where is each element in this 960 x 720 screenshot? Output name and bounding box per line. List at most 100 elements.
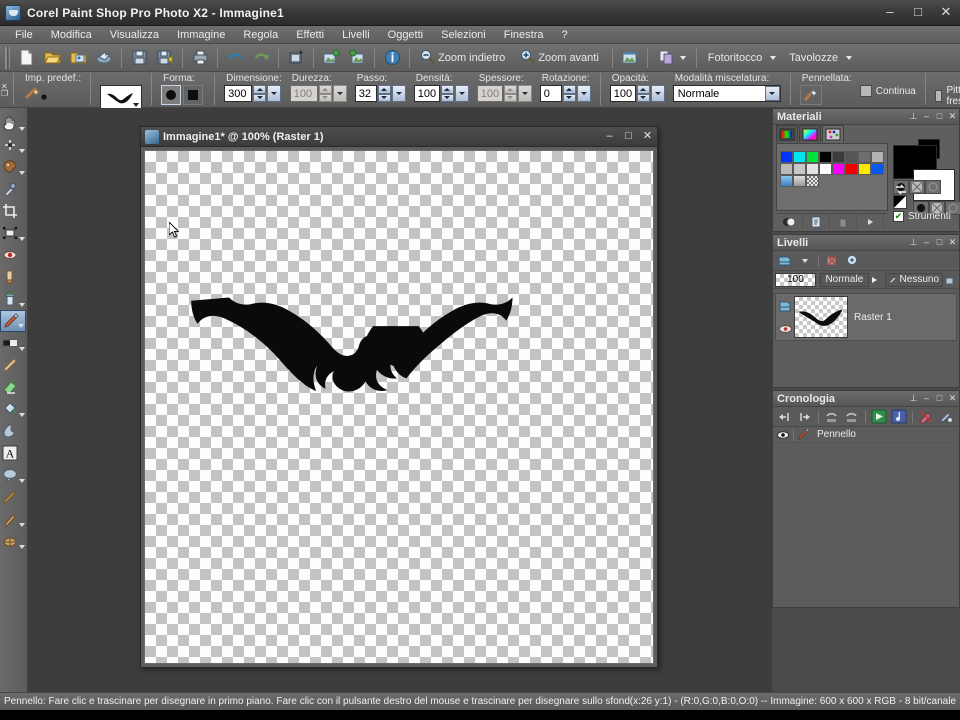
minimize-icon[interactable]: – xyxy=(920,236,933,250)
history-row[interactable]: Pennello xyxy=(773,427,959,443)
palettes-menu[interactable]: Tavolozze xyxy=(782,49,858,67)
density-spinner[interactable] xyxy=(440,85,454,102)
pan-tool[interactable] xyxy=(0,112,26,134)
swatch-list[interactable] xyxy=(776,143,888,211)
redo-selected-icon[interactable] xyxy=(842,408,861,426)
swatch[interactable] xyxy=(780,163,793,175)
layer-link-set[interactable]: Nessuno xyxy=(885,272,943,287)
history-options-icon[interactable] xyxy=(936,408,955,426)
maximize-icon[interactable]: □ xyxy=(933,392,946,406)
text-tool[interactable]: A xyxy=(0,442,26,464)
visibility-eye-icon[interactable] xyxy=(778,323,793,335)
edit-swatch-icon[interactable] xyxy=(803,214,830,229)
close-icon[interactable]: ✕ xyxy=(946,236,959,250)
smudge-tool[interactable] xyxy=(0,420,26,442)
move-tool[interactable] xyxy=(0,222,26,244)
add-swatch-icon[interactable] xyxy=(776,214,803,229)
density-input[interactable]: 100 xyxy=(413,85,440,102)
rotation-spinner[interactable] xyxy=(562,85,576,102)
minimize-button[interactable]: – xyxy=(876,2,904,24)
chevron-down-icon[interactable] xyxy=(846,55,853,60)
redeye-tool[interactable] xyxy=(0,244,26,266)
frame-tab[interactable] xyxy=(776,125,798,142)
save-as-icon[interactable] xyxy=(153,46,177,70)
swatch[interactable] xyxy=(780,151,793,163)
minimize-icon[interactable]: – xyxy=(920,392,933,406)
info-icon[interactable] xyxy=(380,46,404,70)
print-icon[interactable] xyxy=(188,46,212,70)
swatch[interactable] xyxy=(871,151,884,163)
swatch[interactable] xyxy=(832,151,845,163)
swatch[interactable] xyxy=(806,175,819,187)
menu-finestra[interactable]: Finestra xyxy=(495,27,553,43)
dropper-tool[interactable] xyxy=(0,178,26,200)
hardness-slider-button[interactable] xyxy=(332,85,347,102)
retouch-tool[interactable] xyxy=(0,354,26,376)
menu-effetti[interactable]: Effetti xyxy=(287,27,333,43)
save-icon[interactable] xyxy=(127,46,151,70)
undo-icon[interactable] xyxy=(223,46,247,70)
undo-selected-icon[interactable] xyxy=(822,408,841,426)
delete-layer-icon[interactable] xyxy=(822,252,841,270)
reset-colors-icon[interactable] xyxy=(893,195,907,209)
checkbox-icon[interactable] xyxy=(859,85,872,97)
minimize-icon[interactable]: – xyxy=(920,110,933,124)
import-icon[interactable] xyxy=(319,46,343,70)
fg-pattern-style-icon[interactable] xyxy=(909,180,925,194)
screenshot-icon[interactable] xyxy=(284,46,308,70)
redo-step-icon[interactable] xyxy=(795,408,814,426)
preset-brush-icon[interactable] xyxy=(23,85,53,103)
close-icon[interactable]: ✕ xyxy=(946,110,959,124)
rainbow-tab[interactable] xyxy=(799,125,821,142)
swatch[interactable] xyxy=(858,151,871,163)
browse-icon[interactable] xyxy=(66,46,90,70)
delete-action-icon[interactable] xyxy=(916,408,935,426)
paintbrush-tool[interactable] xyxy=(0,310,26,332)
shape-tool[interactable] xyxy=(0,464,26,486)
hardness-input[interactable]: 100 xyxy=(289,85,318,102)
toolbar-grip[interactable] xyxy=(5,46,10,69)
pin-icon[interactable]: ⊥ xyxy=(907,110,920,124)
size-spinner[interactable] xyxy=(253,85,267,102)
palette-tool[interactable] xyxy=(0,156,26,178)
swatch[interactable] xyxy=(845,151,858,163)
menu-visualizza[interactable]: Visualizza xyxy=(101,27,168,43)
swatch[interactable] xyxy=(793,163,806,175)
chevron-right-icon[interactable] xyxy=(869,271,880,289)
crop-tool[interactable] xyxy=(0,200,26,222)
materials-titlebar[interactable]: Materiali ⊥ – □ ✕ xyxy=(773,109,959,125)
menu-selezioni[interactable]: Selezioni xyxy=(432,27,495,43)
restore-icon[interactable]: ❐ xyxy=(1,89,8,98)
image-close-button[interactable]: ✕ xyxy=(638,129,657,145)
pen-tool[interactable] xyxy=(0,486,26,508)
density-slider-button[interactable] xyxy=(454,85,469,102)
opacity-spinner[interactable] xyxy=(636,85,650,102)
image-window-titlebar[interactable]: Immagine1* @ 100% (Raster 1) – □ ✕ xyxy=(141,127,657,147)
checkbox-icon[interactable] xyxy=(934,90,943,102)
swatch[interactable] xyxy=(819,151,832,163)
menu-regola[interactable]: Regola xyxy=(234,27,287,43)
stroke-icon[interactable] xyxy=(799,85,822,105)
save-quickscript-icon[interactable] xyxy=(889,408,908,426)
rotation-input[interactable]: 0 xyxy=(539,85,562,102)
square-shape-icon[interactable] xyxy=(183,85,204,105)
layer-row[interactable]: Raster 1 xyxy=(775,293,957,341)
step-input[interactable]: 32 xyxy=(354,85,377,102)
size-slider-button[interactable] xyxy=(267,85,282,102)
pin-icon[interactable]: ⊥ xyxy=(907,236,920,250)
swatch[interactable] xyxy=(832,163,845,175)
menu-oggetti[interactable]: Oggetti xyxy=(379,27,432,43)
makeover-tool[interactable] xyxy=(0,266,26,288)
wetpaint-checkbox[interactable]: Pittura fresca xyxy=(934,85,960,107)
history-titlebar[interactable]: Cronologia ⊥ – □ ✕ xyxy=(773,391,959,407)
swatch[interactable] xyxy=(858,163,871,175)
fg-transparent-style-icon[interactable] xyxy=(925,180,941,194)
new-icon[interactable] xyxy=(14,46,38,70)
swatch[interactable] xyxy=(871,163,884,175)
thickness-slider-button[interactable] xyxy=(517,85,532,102)
warp-tool[interactable] xyxy=(0,508,26,530)
layer-blend-mode[interactable]: Normale xyxy=(819,272,869,287)
lighten-darken-tool[interactable] xyxy=(0,332,26,354)
image-minimize-button[interactable]: – xyxy=(600,129,619,145)
menu-modifica[interactable]: Modifica xyxy=(42,27,101,43)
